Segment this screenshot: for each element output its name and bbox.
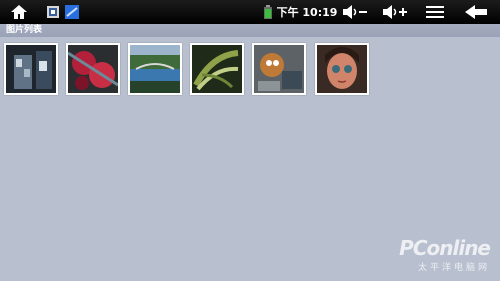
image-thumbnail-6[interactable] xyxy=(315,43,369,95)
watermark-subtitle: 太平洋电脑网 xyxy=(417,263,490,273)
home-icon[interactable] xyxy=(8,0,30,24)
thumbnail-green-leaves xyxy=(192,45,242,93)
menu-icon[interactable] xyxy=(424,0,446,24)
battery-icon xyxy=(262,0,274,24)
volume-up-icon[interactable] xyxy=(380,0,410,24)
thumbnail-ice-drink xyxy=(6,45,56,93)
section-title: 图片列表 xyxy=(6,25,43,35)
thumbnail-anime-girl xyxy=(317,45,367,93)
status-bar: 下午 10:19 xyxy=(0,0,500,24)
image-grid: PConline 太平洋电脑网 xyxy=(0,37,500,281)
image-thumbnail-2[interactable] xyxy=(66,43,120,95)
thumbnail-cartoon-art xyxy=(254,45,304,93)
image-thumbnail-1[interactable] xyxy=(4,43,58,95)
image-thumbnail-3[interactable] xyxy=(128,43,182,95)
photo-app-icon[interactable] xyxy=(64,0,80,24)
section-header: 图片列表 xyxy=(0,24,500,37)
watermark-logo: PConline xyxy=(399,236,491,260)
image-thumbnail-4[interactable] xyxy=(190,43,244,95)
watermark: PConline 太平洋电脑网 xyxy=(399,236,491,273)
volume-down-icon[interactable] xyxy=(340,0,370,24)
back-arrow-icon[interactable] xyxy=(462,0,490,24)
thumbnail-river-landscape xyxy=(130,45,180,93)
thumbnail-red-flowers xyxy=(67,45,119,93)
image-thumbnail-5[interactable] xyxy=(252,43,306,95)
clock-time: 下午 10:19 xyxy=(276,6,338,19)
screenshot-app-icon[interactable] xyxy=(46,0,60,24)
